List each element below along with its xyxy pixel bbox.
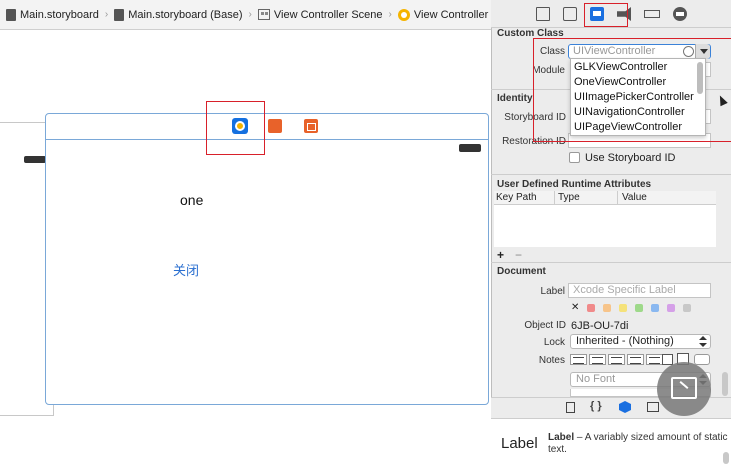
exit-icon[interactable] <box>304 119 318 133</box>
scene-dock <box>46 114 488 140</box>
divider <box>617 191 618 205</box>
color-swatch-red[interactable] <box>587 304 595 312</box>
lock-popup[interactable]: Inherited - (Nothing) <box>570 334 711 349</box>
file-inspector-icon[interactable] <box>536 7 550 21</box>
library-item-text: A variably sized amount of static text. <box>548 432 728 455</box>
scene-icon <box>257 9 270 20</box>
notes-label: Notes <box>538 355 565 366</box>
divider <box>491 174 731 175</box>
column-type[interactable]: Type <box>558 192 580 203</box>
breadcrumb-item-view-controller[interactable]: View Controller <box>397 8 488 21</box>
close-button[interactable]: 关闭 <box>173 260 199 279</box>
view-controller-scene[interactable] <box>45 113 489 405</box>
library-item-description: Label – A variably sized amount of stati… <box>548 432 728 455</box>
file-icon <box>114 8 125 21</box>
breadcrumb-item-base[interactable]: Main.storyboard (Base) <box>114 8 243 21</box>
picture-in-picture-icon <box>671 377 697 399</box>
label-one[interactable]: one <box>180 192 203 208</box>
align-center-icon[interactable] <box>589 354 606 365</box>
battery-icon <box>24 156 46 163</box>
color-swatch-orange[interactable] <box>603 304 611 312</box>
first-responder-icon[interactable] <box>268 119 282 133</box>
updown-arrows-icon <box>699 336 707 347</box>
remove-attribute-button[interactable]: − <box>515 248 522 262</box>
color-swatch-blue[interactable] <box>651 304 659 312</box>
label-object-icon[interactable]: Label <box>501 435 538 452</box>
color-swatch-green[interactable] <box>635 304 643 312</box>
color-swatch-yellow[interactable] <box>619 304 627 312</box>
file-icon <box>6 8 16 21</box>
align-right-icon[interactable] <box>608 354 625 365</box>
breadcrumb-item-file[interactable]: Main.storyboard <box>6 8 99 21</box>
color-swatch-gray[interactable] <box>683 304 691 312</box>
highlight-box-identity-tab <box>584 3 628 27</box>
clear-color-icon[interactable]: ✕ <box>571 302 579 313</box>
object-id-label: Object ID <box>524 320 566 331</box>
battery-icon <box>459 144 481 152</box>
quick-help-icon[interactable] <box>563 7 577 21</box>
chevron-right-icon: › <box>388 9 392 20</box>
add-attribute-button[interactable]: + <box>497 248 504 262</box>
inspector-scrollbar[interactable] <box>722 372 728 396</box>
align-natural-icon[interactable] <box>646 354 663 365</box>
column-value[interactable]: Value <box>622 192 647 203</box>
object-id-value: 6JB-OU-7di <box>571 320 629 332</box>
divider <box>554 191 555 205</box>
use-storyboard-id-checkbox[interactable] <box>569 152 580 163</box>
library-item-title: Label <box>548 432 575 443</box>
code-snippet-icon[interactable]: { } <box>590 400 602 412</box>
runtime-attributes-title: User Defined Runtime Attributes <box>497 179 652 190</box>
use-storyboard-id-label: Use Storyboard ID <box>585 152 676 164</box>
align-justify-icon[interactable] <box>627 354 644 365</box>
xcode-label-field[interactable]: Xcode Specific Label <box>568 283 711 298</box>
size-inspector-icon[interactable] <box>644 10 660 18</box>
label-field-label: Label <box>540 286 565 297</box>
color-well-icon[interactable] <box>662 354 673 365</box>
divider <box>491 262 731 263</box>
breadcrumb: Main.storyboard › Main.storyboard (Base)… <box>0 0 491 30</box>
highlight-box-dropdown <box>533 38 731 142</box>
media-library-icon[interactable] <box>647 402 659 412</box>
floating-window-button[interactable] <box>657 362 711 416</box>
color-swatch-purple[interactable] <box>667 304 675 312</box>
column-key-path[interactable]: Key Path <box>496 192 537 203</box>
identity-title: Identity <box>497 93 533 104</box>
align-left-icon[interactable] <box>570 354 587 365</box>
library-scrollbar[interactable] <box>723 452 729 464</box>
connections-inspector-icon[interactable] <box>673 7 687 21</box>
document-title: Document <box>497 266 546 277</box>
runtime-attributes-table[interactable] <box>494 205 716 247</box>
chevron-right-icon: › <box>104 9 109 20</box>
highlight-box-dock <box>206 101 265 155</box>
chevron-right-icon: › <box>248 9 252 20</box>
file-template-icon[interactable] <box>566 402 575 413</box>
lock-label: Lock <box>543 337 565 348</box>
view-controller-icon <box>397 8 410 21</box>
breadcrumb-item-scene[interactable]: View Controller Scene <box>257 9 383 21</box>
more-options-icon[interactable] <box>694 354 710 365</box>
